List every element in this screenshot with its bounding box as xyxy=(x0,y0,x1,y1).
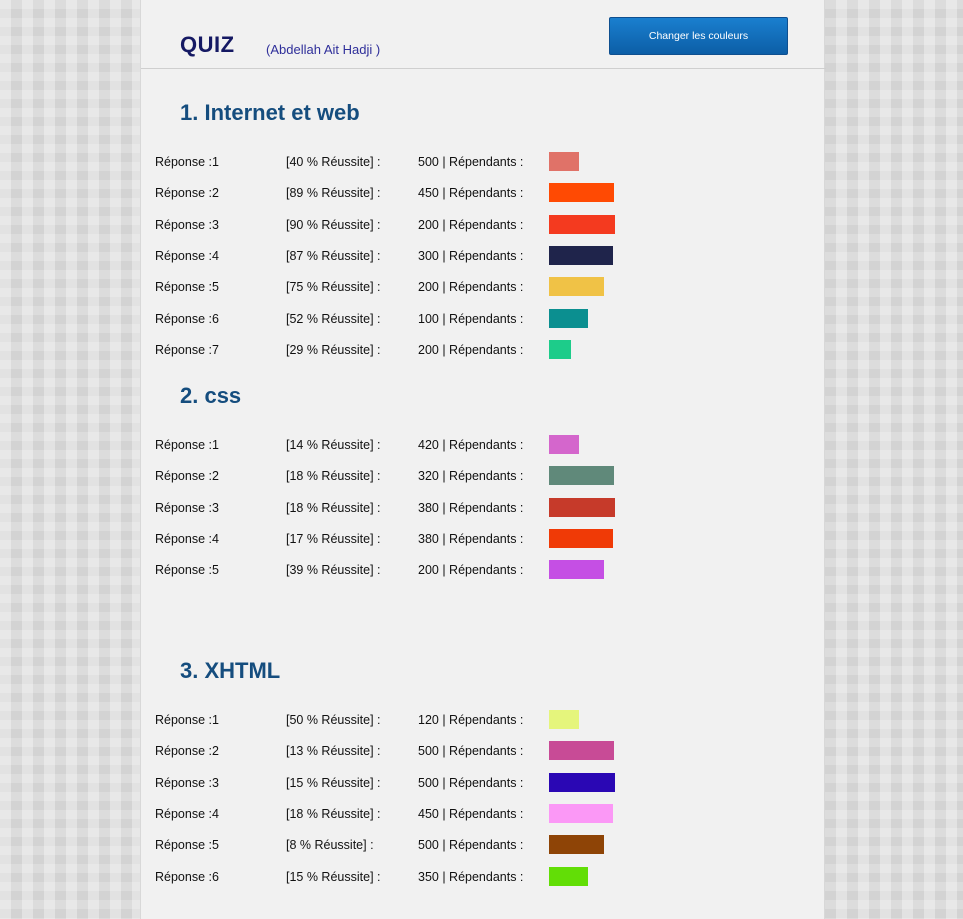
response-label: Réponse :1 xyxy=(155,155,219,169)
success-rate: [40 % Réussite] : xyxy=(286,155,381,169)
response-label: Réponse :1 xyxy=(155,713,219,727)
section-title: 3. XHTML xyxy=(180,658,281,683)
response-label: Réponse :7 xyxy=(155,343,219,357)
result-bar xyxy=(549,773,615,792)
response-label: Réponse :5 xyxy=(155,838,219,852)
result-bar xyxy=(549,246,613,265)
result-row: Réponse :3 [18 % Réussite] : 380 | Répenda… xyxy=(155,498,815,518)
result-bar xyxy=(549,340,571,359)
success-rate: [17 % Réussite] : xyxy=(286,532,381,546)
response-label: Réponse :3 xyxy=(155,218,219,232)
respondents-count: 200 | Répendants : xyxy=(418,280,524,294)
result-bar xyxy=(549,309,588,328)
respondents-count: 500 | Répendants : xyxy=(418,776,524,790)
result-row: Réponse :6 [52 % Réussite] : 100 | Répenda… xyxy=(155,309,815,329)
result-row: Réponse :4 [17 % Réussite] : 380 | Répenda… xyxy=(155,529,815,549)
result-row: Réponse :5 [39 % Réussite] : 200 | Répenda… xyxy=(155,560,815,580)
respondents-count: 450 | Répendants : xyxy=(418,186,524,200)
success-rate: [8 % Réussite] : xyxy=(286,838,374,852)
result-bar xyxy=(549,152,579,171)
success-rate: [18 % Réussite] : xyxy=(286,501,381,515)
author-name: (Abdellah Ait Hadji ) xyxy=(266,42,381,57)
response-label: Réponse :3 xyxy=(155,501,219,515)
respondents-count: 100 | Répendants : xyxy=(418,312,524,326)
quiz-page: QUIZ (Abdellah Ait Hadji ) Changer les c… xyxy=(140,0,826,919)
change-colors-button[interactable]: Changer les couleurs xyxy=(609,17,788,55)
section-title: 1. Internet et web xyxy=(180,100,360,125)
respondents-count: 380 | Répendants : xyxy=(418,501,524,515)
respondents-count: 200 | Répendants : xyxy=(418,343,524,357)
respondents-count: 200 | Répendants : xyxy=(418,563,524,577)
result-bar xyxy=(549,498,615,517)
result-row: Réponse :3 [90 % Réussite] : 200 | Répenda… xyxy=(155,215,815,235)
success-rate: [14 % Réussite] : xyxy=(286,438,381,452)
respondents-count: 200 | Répendants : xyxy=(418,218,524,232)
result-row: Réponse :6 [15 % Réussite] : 350 | Répenda… xyxy=(155,867,815,887)
respondents-count: 320 | Répendants : xyxy=(418,469,524,483)
response-label: Réponse :2 xyxy=(155,469,219,483)
success-rate: [13 % Réussite] : xyxy=(286,744,381,758)
result-row: Réponse :2 [89 % Réussite] : 450 | Répenda… xyxy=(155,183,815,203)
response-label: Réponse :6 xyxy=(155,870,219,884)
result-bar xyxy=(549,529,613,548)
result-row: Réponse :1 [50 % Réussite] : 120 | Répenda… xyxy=(155,710,815,730)
success-rate: [52 % Réussite] : xyxy=(286,312,381,326)
response-label: Réponse :4 xyxy=(155,532,219,546)
result-bar xyxy=(549,741,614,760)
success-rate: [29 % Réussite] : xyxy=(286,343,381,357)
success-rate: [18 % Réussite] : xyxy=(286,807,381,821)
respondents-count: 450 | Répendants : xyxy=(418,807,524,821)
result-row: Réponse :1 [40 % Réussite] : 500 | Répenda… xyxy=(155,152,815,172)
result-bar xyxy=(549,560,604,579)
result-bar xyxy=(549,710,579,729)
page-title: QUIZ xyxy=(180,32,235,57)
response-label: Réponse :6 xyxy=(155,312,219,326)
result-bar xyxy=(549,215,615,234)
success-rate: [50 % Réussite] : xyxy=(286,713,381,727)
result-row: Réponse :2 [13 % Réussite] : 500 | Répenda… xyxy=(155,741,815,761)
respondents-count: 500 | Répendants : xyxy=(418,838,524,852)
result-row: Réponse :4 [18 % Réussite] : 450 | Répenda… xyxy=(155,804,815,824)
response-label: Réponse :2 xyxy=(155,744,219,758)
response-label: Réponse :5 xyxy=(155,280,219,294)
success-rate: [15 % Réussite] : xyxy=(286,776,381,790)
result-row: Réponse :1 [14 % Réussite] : 420 | Répenda… xyxy=(155,435,815,455)
result-bar xyxy=(549,804,613,823)
result-row: Réponse :3 [15 % Réussite] : 500 | Répenda… xyxy=(155,773,815,793)
result-bar xyxy=(549,835,604,854)
response-label: Réponse :3 xyxy=(155,776,219,790)
respondents-count: 500 | Répendants : xyxy=(418,155,524,169)
respondents-count: 350 | Répendants : xyxy=(418,870,524,884)
result-row: Réponse :5 [75 % Réussite] : 200 | Répenda… xyxy=(155,277,815,297)
page-header: QUIZ (Abdellah Ait Hadji ) Changer les c… xyxy=(141,0,826,69)
result-bar xyxy=(549,867,588,886)
respondents-count: 120 | Répendants : xyxy=(418,713,524,727)
respondents-count: 300 | Répendants : xyxy=(418,249,524,263)
result-bar xyxy=(549,435,579,454)
success-rate: [89 % Réussite] : xyxy=(286,186,381,200)
response-label: Réponse :1 xyxy=(155,438,219,452)
result-row: Réponse :2 [18 % Réussite] : 320 | Répenda… xyxy=(155,466,815,486)
result-bar xyxy=(549,466,614,485)
respondents-count: 420 | Répendants : xyxy=(418,438,524,452)
respondents-count: 380 | Répendants : xyxy=(418,532,524,546)
success-rate: [15 % Réussite] : xyxy=(286,870,381,884)
success-rate: [39 % Réussite] : xyxy=(286,563,381,577)
result-bar xyxy=(549,277,604,296)
success-rate: [90 % Réussite] : xyxy=(286,218,381,232)
respondents-count: 500 | Répendants : xyxy=(418,744,524,758)
section-title: 2. css xyxy=(180,383,242,408)
response-label: Réponse :2 xyxy=(155,186,219,200)
response-label: Réponse :4 xyxy=(155,807,219,821)
success-rate: [87 % Réussite] : xyxy=(286,249,381,263)
response-label: Réponse :4 xyxy=(155,249,219,263)
response-label: Réponse :5 xyxy=(155,563,219,577)
result-row: Réponse :5 [8 % Réussite] : 500 | Répendan… xyxy=(155,835,815,855)
result-row: Réponse :4 [87 % Réussite] : 300 | Répenda… xyxy=(155,246,815,266)
result-row: Réponse :7 [29 % Réussite] : 200 | Répenda… xyxy=(155,340,815,360)
success-rate: [18 % Réussite] : xyxy=(286,469,381,483)
result-bar xyxy=(549,183,614,202)
success-rate: [75 % Réussite] : xyxy=(286,280,381,294)
